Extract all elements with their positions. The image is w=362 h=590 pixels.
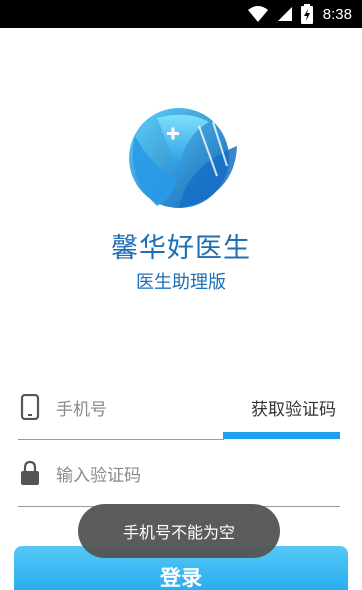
toast: 手机号不能为空 — [78, 504, 280, 558]
login-label: 登录 — [160, 566, 202, 590]
phone-underline — [18, 439, 224, 440]
wifi-icon — [247, 6, 268, 22]
app-logo — [129, 108, 237, 208]
get-code-button[interactable]: 获取验证码 — [251, 395, 336, 420]
status-time: 8:38 — [322, 5, 352, 23]
get-code-underline — [223, 432, 340, 439]
lock-icon — [21, 460, 39, 485]
app-name: 馨华好医生 — [111, 233, 251, 264]
app-subtitle: 医生助理版 — [136, 272, 226, 293]
status-bar: 8:38 — [0, 0, 362, 28]
battery-charging-icon — [300, 4, 313, 24]
toast-message: 手机号不能为空 — [122, 523, 235, 542]
phone-input[interactable]: 手机号 — [56, 395, 107, 420]
phone-icon — [20, 394, 40, 420]
code-input[interactable]: 输入验证码 — [56, 461, 141, 486]
phone-row: 手机号 获取验证码 — [18, 380, 340, 440]
signal-icon — [277, 7, 292, 21]
code-row: 输入验证码 — [18, 446, 340, 507]
